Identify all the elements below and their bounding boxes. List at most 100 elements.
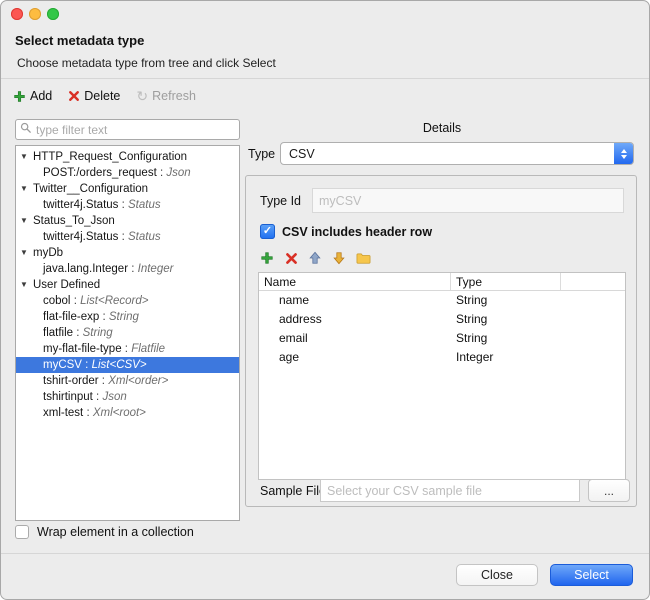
delete-field-button[interactable] xyxy=(282,249,300,267)
tree-item-type: List<CSV> xyxy=(92,359,147,371)
tree-item-type: Flatfile xyxy=(131,343,165,355)
metadata-tree[interactable]: ▼ HTTP_Request_Configuration POST:/orders_… xyxy=(15,145,240,521)
dropdown-arrows-icon xyxy=(614,143,633,164)
tree-item[interactable]: myCSV : List<CSV> xyxy=(16,357,239,373)
column-header-empty xyxy=(561,273,625,290)
add-field-button[interactable] xyxy=(258,249,276,267)
tree-item[interactable]: tshirt-order : Xml<order> xyxy=(16,373,239,389)
field-type-cell: String xyxy=(451,291,561,310)
tree-item-colon: : xyxy=(93,391,103,403)
table-row[interactable]: nameString xyxy=(259,291,625,310)
details-panel-title: Details xyxy=(245,121,639,135)
tree-item-type: Json xyxy=(166,167,190,179)
tree-item-label: HTTP_Request_Configuration xyxy=(33,151,187,163)
tree-item-type: Status xyxy=(128,199,161,211)
tree-item-label: xml-test xyxy=(43,407,83,419)
tree-item-label: twitter4j.Status xyxy=(43,199,118,211)
select-button[interactable]: Select xyxy=(550,564,633,586)
tree-item-type: Json xyxy=(102,391,126,403)
field-name-cell: age xyxy=(259,348,451,367)
page-subtitle: Choose metadata type from tree and click… xyxy=(17,56,276,70)
csv-details-groupbox: Type Id ✓ CSV includes header row xyxy=(245,175,637,507)
refresh-button[interactable]: ↻ Refresh xyxy=(136,89,196,103)
disclosure-triangle-icon[interactable]: ▼ xyxy=(20,149,28,165)
tree-item[interactable]: ▼ myDb xyxy=(16,245,239,261)
table-row[interactable]: addressString xyxy=(259,310,625,329)
filter-input[interactable] xyxy=(36,123,235,137)
table-row[interactable]: emailString xyxy=(259,329,625,348)
tree-item[interactable]: POST:/orders_request : Json xyxy=(16,165,239,181)
close-window-button[interactable] xyxy=(11,8,23,20)
tree-item[interactable]: flatfile : String xyxy=(16,325,239,341)
type-dropdown[interactable]: CSV xyxy=(280,142,634,165)
refresh-label: Refresh xyxy=(152,89,196,103)
move-up-button[interactable] xyxy=(306,249,324,267)
tree-item[interactable]: xml-test : Xml<root> xyxy=(16,405,239,421)
tree-item[interactable]: java.lang.Integer : Integer xyxy=(16,261,239,277)
tree-item-type: List<Record> xyxy=(80,295,148,307)
wrap-collection-checkbox[interactable] xyxy=(15,525,29,539)
plus-icon xyxy=(260,251,274,265)
arrow-up-icon xyxy=(308,251,322,265)
select-metadata-dialog: Select metadata type Choose metadata typ… xyxy=(0,0,650,600)
refresh-icon: ↻ xyxy=(136,90,148,103)
tree-item[interactable]: ▼ Twitter__Configuration xyxy=(16,181,239,197)
sample-file-label: Sample File xyxy=(260,484,326,498)
tree-item[interactable]: cobol : List<Record> xyxy=(16,293,239,309)
tree-item-label: flatfile xyxy=(43,327,73,339)
column-header-type[interactable]: Type xyxy=(451,273,561,290)
field-name-cell: address xyxy=(259,310,451,329)
column-header-name[interactable]: Name xyxy=(259,273,451,290)
tree-item-colon: : xyxy=(99,375,109,387)
tree-item-label: flat-file-exp xyxy=(43,311,99,323)
type-id-input[interactable] xyxy=(312,188,624,213)
tree-item-label: myDb xyxy=(33,247,63,259)
delete-button[interactable]: Delete xyxy=(68,89,120,103)
move-down-button[interactable] xyxy=(330,249,348,267)
tree-item-label: Twitter__Configuration xyxy=(33,183,148,195)
disclosure-triangle-icon[interactable]: ▼ xyxy=(20,213,28,229)
table-row[interactable]: ageInteger xyxy=(259,348,625,367)
minimize-window-button[interactable] xyxy=(29,8,41,20)
tree-item-colon: : xyxy=(157,167,167,179)
disclosure-triangle-icon[interactable]: ▼ xyxy=(20,245,28,261)
folder-icon xyxy=(356,251,371,266)
add-icon xyxy=(13,90,26,103)
disclosure-triangle-icon[interactable]: ▼ xyxy=(20,181,28,197)
close-button[interactable]: Close xyxy=(456,564,538,586)
tree-item-colon: : xyxy=(122,343,132,355)
tree-item-label: myCSV xyxy=(43,359,82,371)
header-row-checkbox-label: CSV includes header row xyxy=(282,225,432,239)
tree-item-type: Xml<root> xyxy=(93,407,146,419)
tree-item-label: twitter4j.Status xyxy=(43,231,118,243)
sample-file-input[interactable] xyxy=(320,479,580,502)
field-type-cell: String xyxy=(451,310,561,329)
browse-button[interactable]: ... xyxy=(588,479,630,502)
add-button[interactable]: Add xyxy=(13,89,52,103)
tree-item[interactable]: ▼Status_To_Json xyxy=(16,213,239,229)
tree-item[interactable]: my-flat-file-type : Flatfile xyxy=(16,341,239,357)
separator xyxy=(1,78,649,79)
tree-item-type: String xyxy=(83,327,113,339)
tree-item[interactable]: twitter4j.Status : Status xyxy=(16,229,239,245)
tree-item[interactable]: twitter4j.Status : Status xyxy=(16,197,239,213)
tree-item-label: cobol xyxy=(43,295,71,307)
disclosure-triangle-icon[interactable]: ▼ xyxy=(20,277,28,293)
search-icon xyxy=(20,121,32,139)
tree-item-colon: : xyxy=(83,407,93,419)
delete-label: Delete xyxy=(84,89,120,103)
type-label: Type xyxy=(248,147,275,161)
tree-item-colon: : xyxy=(99,311,109,323)
tree-item[interactable]: flat-file-exp : String xyxy=(16,309,239,325)
zoom-window-button[interactable] xyxy=(47,8,59,20)
add-label: Add xyxy=(30,89,52,103)
fields-toolbar xyxy=(258,249,372,267)
tree-item[interactable]: ▼User Defined xyxy=(16,277,239,293)
filter-field xyxy=(15,119,240,140)
tree-item[interactable]: ▼ HTTP_Request_Configuration xyxy=(16,149,239,165)
delete-icon xyxy=(68,90,80,102)
tree-item[interactable]: tshirtinput : Json xyxy=(16,389,239,405)
tree-item-colon: : xyxy=(82,359,92,371)
header-row-checkbox[interactable]: ✓ xyxy=(260,224,275,239)
open-folder-button[interactable] xyxy=(354,249,372,267)
